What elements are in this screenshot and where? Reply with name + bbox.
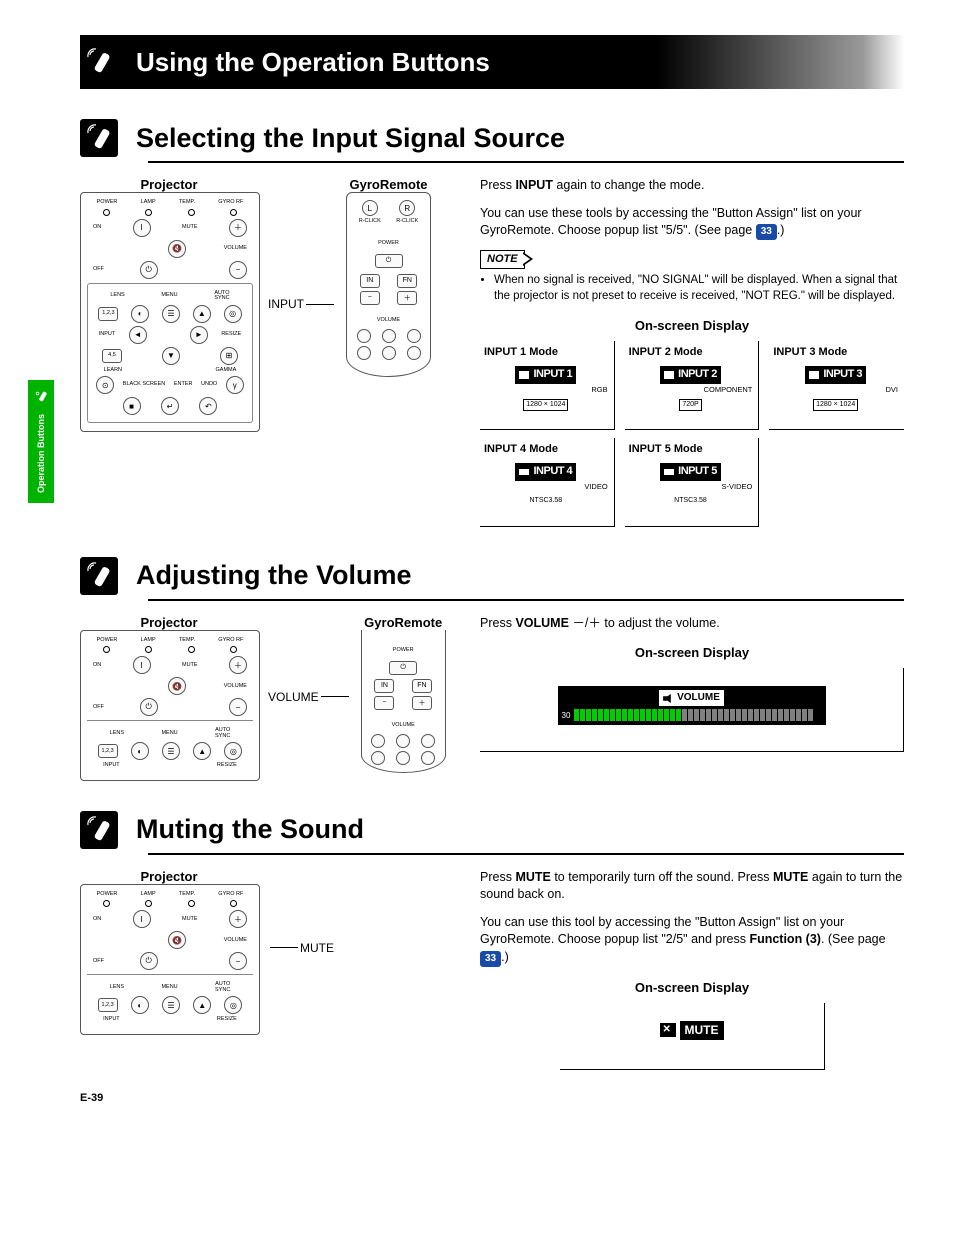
volume-minus-button: − <box>229 261 247 279</box>
gyroremote-diagram: POWER⏻ INFN −＋ VOLUME <box>361 630 446 773</box>
menu-button: ☰ <box>162 305 180 323</box>
note-bullet: When no signal is received, "NO SIGNAL" … <box>494 272 904 304</box>
body-paragraph: Press INPUT again to change the mode. <box>480 177 904 195</box>
remote-label: GyroRemote <box>361 615 446 630</box>
volume-bar <box>574 709 814 721</box>
page-number: E-39 <box>80 1092 904 1104</box>
mute-button: 🔇 <box>168 240 186 258</box>
power-off-button: ⏻ <box>140 261 158 279</box>
autosync-button: ◎ <box>224 305 242 323</box>
mute-icon <box>660 1023 676 1037</box>
remote-icon <box>80 811 118 849</box>
right-button: ► <box>190 326 208 344</box>
section-volume: Adjusting the Volume Projector POWER LAM… <box>80 557 904 781</box>
gyroremote-diagram: LR R-CLICKR-CLICK POWER⏻ INFN −＋ VOLUME <box>346 192 431 377</box>
remote-icon <box>80 557 118 595</box>
mute-chip: MUTE <box>660 1021 724 1040</box>
osd-title: On-screen Display <box>480 317 904 335</box>
input-45-button: 4,5 <box>102 349 122 363</box>
input-chip: INPUT 1 <box>515 366 576 383</box>
remote-power-button: ⏻ <box>375 254 403 268</box>
input-chip: INPUT 3 <box>805 366 866 383</box>
volume-chip: VOLUME <box>659 690 724 706</box>
body-paragraph: Press MUTE to temporarily turn off the s… <box>480 869 904 904</box>
section-input-source: Selecting the Input Signal Source Projec… <box>80 119 904 527</box>
resize-button: ⊞ <box>220 347 238 365</box>
page-reference: 33 <box>756 224 777 240</box>
section-title: Adjusting the Volume <box>136 560 412 591</box>
osd-title: On-screen Display <box>480 979 904 997</box>
enter-button: ↵ <box>161 397 179 415</box>
remote-input-button: IN <box>360 274 380 288</box>
input-chip: INPUT 4 <box>515 463 576 480</box>
volume-plus-button: ＋ <box>229 219 247 237</box>
remote-icon <box>80 43 118 81</box>
page-main-header: Using the Operation Buttons <box>80 35 904 89</box>
body-paragraph: Press VOLUME －/＋ to adjust the volume. <box>480 615 904 633</box>
volume-minus-button: − <box>229 698 247 716</box>
input-123-button: 1,2,3 <box>98 307 118 321</box>
power-on-button: I <box>133 219 151 237</box>
remote-vol-minus: − <box>374 696 394 710</box>
projector-diagram: POWER LAMP TEMP. GYRO RF ON I MUTE ＋ <box>80 884 260 1035</box>
remote-label: GyroRemote <box>346 177 431 192</box>
projector-label: Projector <box>80 869 258 884</box>
section-mute: Muting the Sound Projector POWER LAMP TE… <box>80 811 904 1070</box>
projector-diagram: POWER LAMP TEMP. GYRO RF ON I MUTE ＋ <box>80 192 260 432</box>
pointer-label: MUTE <box>300 941 334 955</box>
note-block: NOTE When no signal is received, "NO SIG… <box>480 250 904 305</box>
projector-diagram: POWER LAMP TEMP. GYRO RF ON I MUTE ＋ <box>80 630 260 781</box>
body-paragraph: You can use these tools by accessing the… <box>480 205 904 241</box>
down-button: ▼ <box>162 347 180 365</box>
projector-label: Projector <box>80 177 258 192</box>
osd-volume-display: VOLUME 30 <box>480 668 904 752</box>
mute-button: 🔇 <box>168 931 186 949</box>
osd-grid: INPUT 1 Mode INPUT 1 RGB 1280 × 1024 INP… <box>480 341 904 527</box>
projector-label: Projector <box>80 615 258 630</box>
pointer-label: VOLUME <box>268 690 319 704</box>
page-reference: 33 <box>480 951 501 967</box>
pointer-label: INPUT <box>268 297 304 311</box>
learn-button: ⊙ <box>96 376 114 394</box>
input-chip: INPUT 5 <box>660 463 721 480</box>
remote-vol-plus: ＋ <box>412 696 432 710</box>
osd-mute-display: MUTE <box>560 1003 825 1070</box>
note-label: NOTE <box>480 250 525 269</box>
section-title: Muting the Sound <box>136 814 364 845</box>
undo-button: ↶ <box>199 397 217 415</box>
section-title: Selecting the Input Signal Source <box>136 123 565 154</box>
remote-icon <box>80 119 118 157</box>
osd-title: On-screen Display <box>480 644 904 662</box>
gamma-button: γ <box>226 376 244 394</box>
up-button: ▲ <box>193 305 211 323</box>
main-title: Using the Operation Buttons <box>136 47 490 78</box>
black-screen-button: ■ <box>123 397 141 415</box>
left-button: ◄ <box>129 326 147 344</box>
lens-button: ◐ <box>131 305 149 323</box>
body-paragraph: You can use this tool by accessing the "… <box>480 914 904 967</box>
input-chip: INPUT 2 <box>660 366 721 383</box>
volume-plus-button: ＋ <box>229 656 247 674</box>
